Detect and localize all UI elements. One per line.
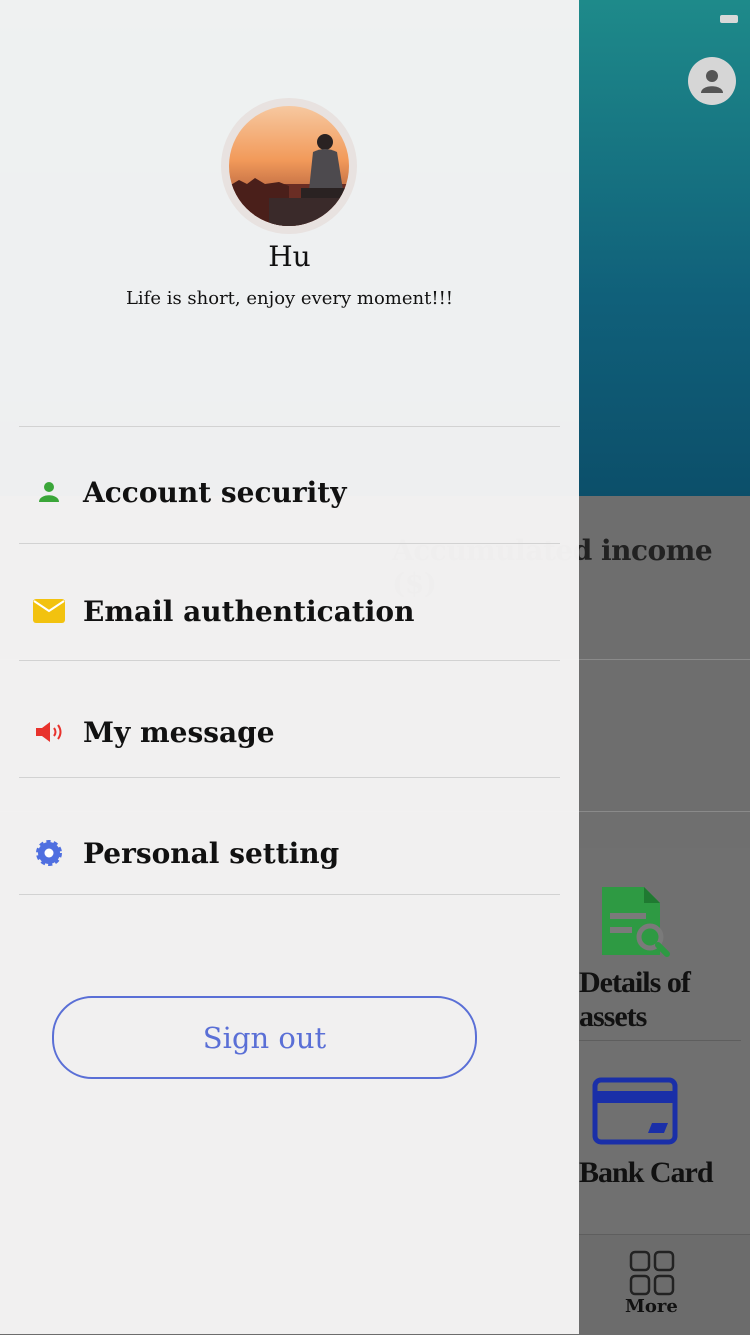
menu-item-my-message[interactable]: My message	[19, 674, 560, 790]
credit-card-icon	[592, 1077, 678, 1145]
avatar[interactable]	[221, 98, 357, 234]
grid-icon	[629, 1250, 675, 1296]
sign-out-button[interactable]: Sign out	[52, 996, 477, 1079]
tab-more[interactable]	[629, 1250, 675, 1300]
details-of-assets-label: Details of assets	[579, 966, 691, 1033]
bank-card-label: Bank Card	[579, 1156, 714, 1189]
speaker-icon	[33, 716, 65, 748]
menu-item-label: Email authentication	[83, 594, 415, 628]
divider	[19, 660, 560, 661]
menu-item-label: Personal setting	[83, 836, 340, 870]
divider	[19, 894, 560, 895]
user-icon	[701, 70, 723, 93]
battery-icon	[720, 15, 738, 23]
avatar-photo	[229, 106, 349, 226]
person-icon	[33, 476, 65, 508]
divider	[19, 426, 560, 427]
side-drawer: Hu Life is short, enjoy every moment!!! …	[0, 0, 579, 1334]
user-motto: Life is short, enjoy every moment!!!	[125, 288, 454, 309]
menu-item-email-authentication[interactable]: Email authentication	[19, 553, 560, 669]
divider	[579, 1040, 741, 1041]
divider	[19, 543, 560, 544]
profile-button[interactable]	[688, 57, 736, 105]
menu-item-label: Account security	[83, 475, 347, 509]
gear-icon	[33, 837, 65, 869]
menu-item-label: My message	[83, 715, 275, 749]
envelope-icon	[33, 595, 65, 627]
details-of-assets-button[interactable]	[600, 885, 670, 963]
sunset-person-image	[229, 106, 349, 226]
menu-item-account-security[interactable]: Account security	[19, 434, 560, 550]
user-name: Hu	[268, 240, 311, 273]
tab-more-label: More	[625, 1296, 678, 1317]
bank-card-button[interactable]	[592, 1077, 678, 1149]
divider	[19, 777, 560, 778]
document-search-icon	[602, 887, 670, 957]
